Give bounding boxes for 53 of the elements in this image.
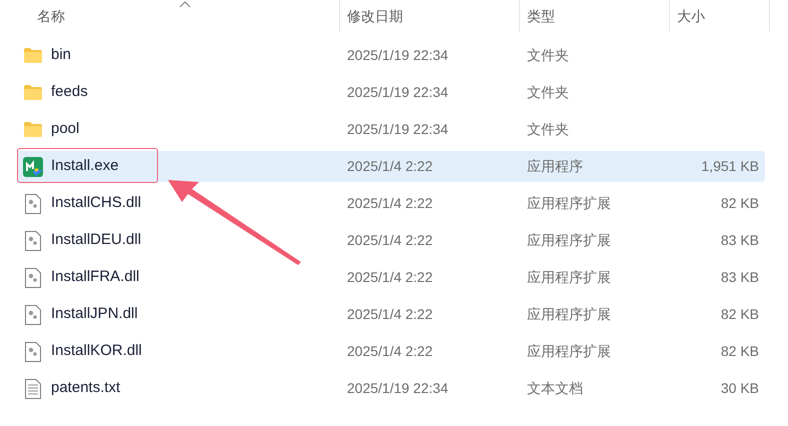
type-cell-text: 文本文档 (526, 379, 584, 398)
text-file-icon (25, 378, 41, 398)
column-header[interactable]: 名称 (37, 6, 65, 26)
app-icon (23, 156, 43, 176)
date-cell-text: 2025/1/19 22:34 (346, 120, 450, 139)
sort-caret-icon (179, 1, 191, 8)
type-cell-text: 应用程序扩展 (526, 305, 612, 324)
date-cell-text: 2025/1/4 2:22 (346, 231, 434, 250)
file-name: InstallFRA.dll (51, 267, 140, 288)
file-name: bin (51, 45, 72, 66)
gear-file-icon (25, 304, 41, 324)
file-name: Install.exe (51, 156, 119, 176)
gear-file-icon (25, 342, 41, 362)
type-cell-text: 应用程序扩展 (526, 231, 612, 250)
date-cell-text: 2025/1/4 2:22 (346, 268, 434, 287)
file-name: InstallKOR.dll (51, 341, 142, 362)
file-name: InstallJPN.dll (51, 304, 138, 324)
date-cell-text: 2025/1/4 2:22 (346, 157, 434, 176)
column-header[interactable]: 类型 (527, 6, 555, 26)
type-cell-text: 应用程序扩展 (526, 342, 612, 361)
date-cell-text: 2025/1/19 22:34 (346, 83, 450, 102)
file-name: InstallCHS.dll (51, 193, 142, 214)
size-cell-text: 82 KB (720, 194, 759, 213)
type-cell-text: 文件夹 (526, 83, 570, 102)
size-cell-text: 82 KB (720, 305, 759, 324)
date-cell-text: 2025/1/19 22:34 (346, 46, 450, 65)
column-header[interactable]: 大小 (677, 6, 705, 26)
size-cell-text: 83 KB (720, 268, 759, 287)
gear-file-icon (25, 230, 41, 250)
folder-icon (24, 48, 42, 63)
type-cell-text: 应用程序 (526, 157, 584, 176)
type-cell-text: 应用程序扩展 (526, 194, 612, 213)
date-cell-text: 2025/1/4 2:22 (346, 194, 434, 213)
date-cell-text: 2025/1/19 22:34 (346, 379, 450, 398)
file-name: InstallDEU.dll (51, 230, 142, 250)
size-cell-text: 82 KB (720, 342, 759, 361)
size-cell-text: 30 KB (720, 379, 759, 398)
type-cell-text: 应用程序扩展 (526, 268, 612, 287)
file-row[interactable]: Install.exe 2025/1/4 2:22 应用程序 1,951 KB (17, 151, 765, 182)
gear-file-icon (25, 268, 41, 288)
size-cell-text: 83 KB (720, 231, 759, 250)
size-cell-text: 1,951 KB (701, 157, 759, 176)
file-name: pool (51, 119, 80, 140)
file-name: patents.txt (51, 378, 120, 398)
folder-icon (24, 85, 42, 100)
gear-file-icon (25, 194, 41, 214)
date-cell-text: 2025/1/4 2:22 (346, 342, 434, 361)
type-cell-text: 文件夹 (526, 46, 570, 65)
folder-icon (24, 122, 42, 137)
file-name: feeds (51, 82, 88, 102)
type-cell-text: 文件夹 (526, 120, 570, 139)
column-header[interactable]: 修改日期 (347, 6, 403, 26)
date-cell-text: 2025/1/4 2:22 (346, 305, 434, 324)
